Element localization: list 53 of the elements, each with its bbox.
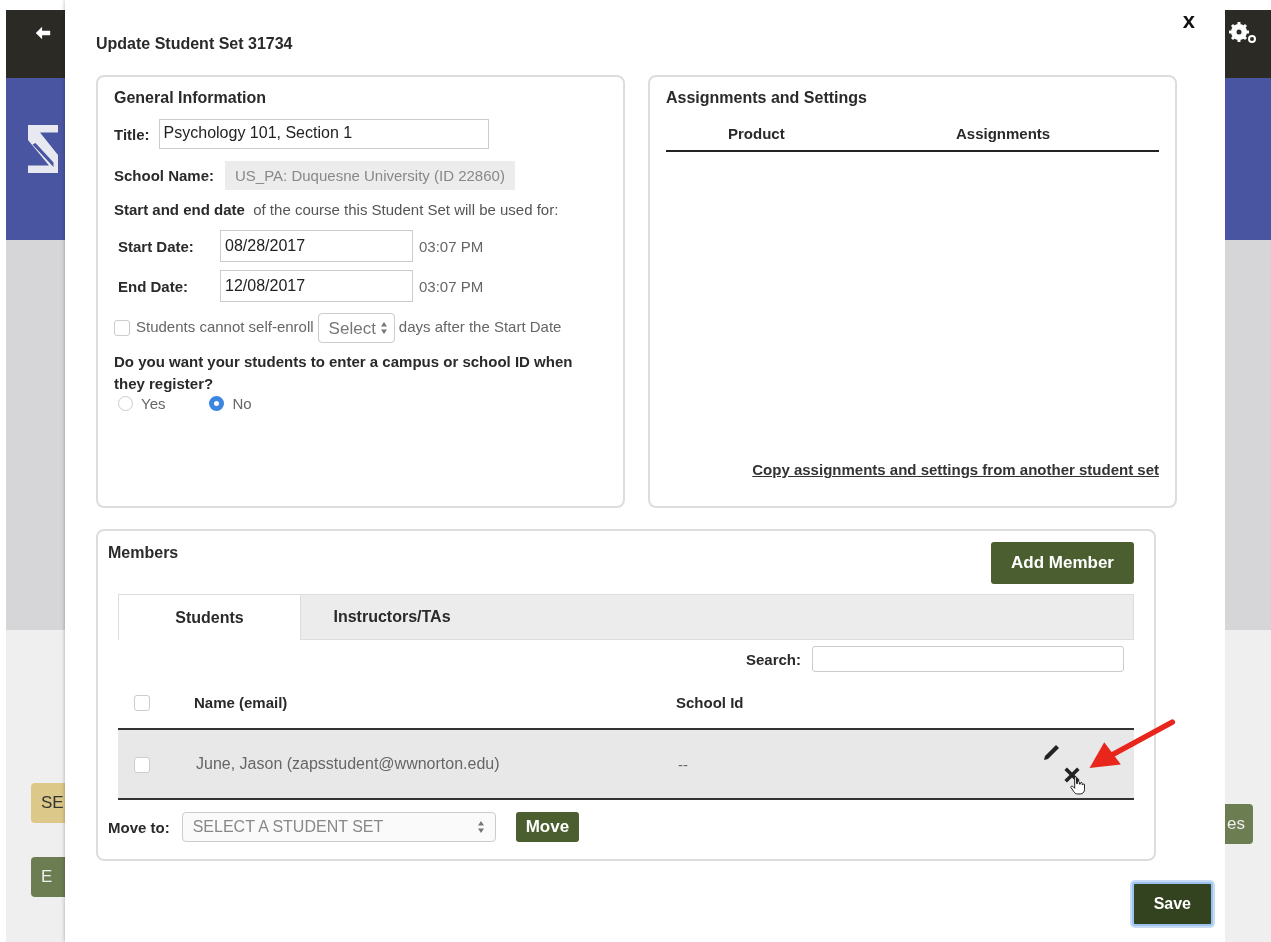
- field-label: End Date:: [118, 277, 189, 295]
- date-field[interactable]: 08/28/2017: [220, 230, 413, 262]
- delete-icon[interactable]: [1063, 766, 1081, 784]
- radio-option[interactable]: No: [209, 395, 252, 413]
- column-header: Assignments: [956, 125, 1051, 142]
- panel-heading: Members: [108, 544, 179, 562]
- field-label: Start Date:: [118, 237, 195, 255]
- title-field[interactable]: Psychology 101, Section 1: [158, 119, 489, 149]
- row-checkbox[interactable]: [134, 757, 150, 773]
- time-text: 03:07 PM: [419, 237, 484, 255]
- search-field[interactable]: [812, 646, 1124, 672]
- question-text: Do you want your students to enter a campus or school ID when they register?: [114, 352, 574, 395]
- field-label: Title:: [114, 125, 150, 143]
- checkbox[interactable]: [114, 320, 130, 337]
- panel-heading: Assignments and Settings: [666, 89, 868, 107]
- search-label: Search:: [745, 650, 801, 668]
- radio-button[interactable]: [118, 396, 133, 412]
- copy-settings-link[interactable]: Copy assignments and settings from another student set: [752, 461, 1159, 478]
- tab[interactable]: Students: [119, 595, 301, 640]
- move-to-label: Move to:: [108, 818, 170, 836]
- page-button[interactable]: SE: [31, 783, 65, 823]
- days-select[interactable]: Select: [317, 313, 395, 344]
- column-header: Product: [728, 125, 786, 142]
- page-button[interactable]: E: [31, 857, 65, 897]
- back-arrow-icon[interactable]: [34, 24, 52, 42]
- dates-description: Start and end date of the course this Student Set will be used for:: [114, 200, 560, 220]
- time-text: 03:07 PM: [419, 277, 484, 295]
- pencil-icon[interactable]: [1042, 742, 1062, 762]
- hand-cursor-icon: [1070, 776, 1085, 795]
- table-cell-text: --: [678, 755, 689, 773]
- sort-arrows-icon: [379, 321, 388, 336]
- checkbox-label: Students cannot self-enroll: [136, 318, 314, 335]
- checkbox-label: days after the Start Date: [398, 318, 562, 335]
- dialog-title: Update Student Set 31734: [96, 35, 293, 54]
- add-member-button[interactable]: Add Member: [991, 542, 1134, 584]
- save-button[interactable]: Save: [1131, 882, 1213, 926]
- select-all-checkbox[interactable]: [134, 695, 150, 711]
- page-button[interactable]: es: [1225, 804, 1253, 844]
- column-header: School Id: [676, 693, 745, 711]
- table-row[interactable]: June, Jason (zapsstudent@wwnorton.edu) --: [118, 730, 1134, 800]
- tab[interactable]: Instructors/TAs: [301, 595, 483, 639]
- radio-button[interactable]: [209, 396, 225, 412]
- close-button[interactable]: x: [1182, 8, 1195, 34]
- table-cell-text: June, Jason (zapsstudent@wwnorton.edu): [195, 755, 501, 773]
- settings-icon[interactable]: [1228, 21, 1258, 45]
- sort-arrows-icon: [476, 820, 485, 834]
- column-header: Name (email): [194, 693, 289, 711]
- field-label: School Name:: [114, 167, 215, 184]
- panel-heading: General Information: [114, 89, 268, 107]
- school-name-field: US_PA: Duquesne University (ID 22860): [225, 161, 515, 190]
- move-button[interactable]: Move: [515, 812, 580, 842]
- date-field[interactable]: 12/08/2017: [220, 270, 413, 302]
- radio-option[interactable]: Yes: [118, 395, 166, 413]
